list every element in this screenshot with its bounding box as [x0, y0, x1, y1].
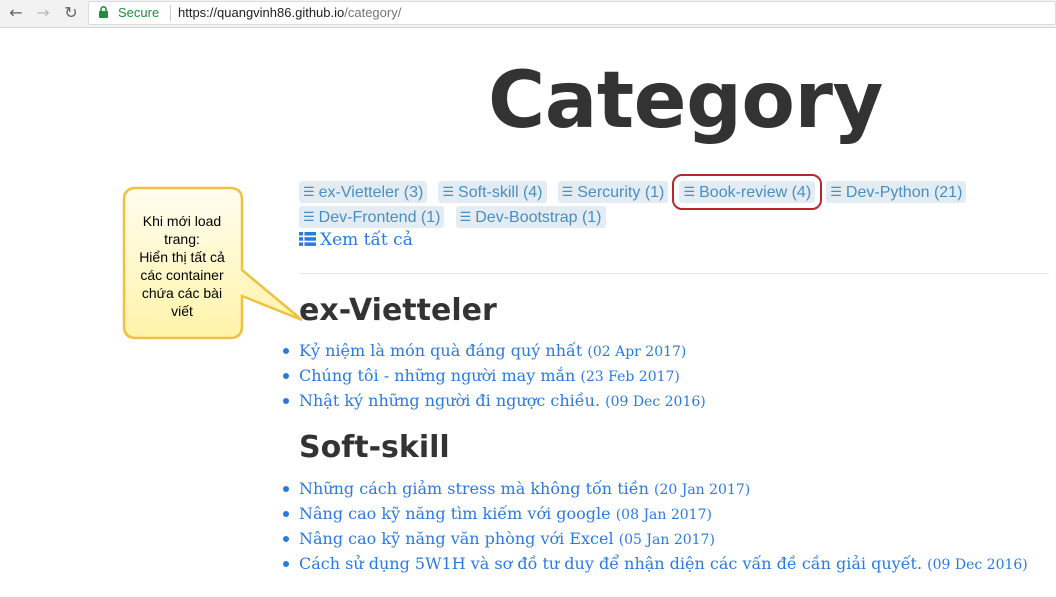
- tag-dev-frontend[interactable]: ☰ Dev-Frontend (1): [299, 206, 445, 228]
- post-list-soft-skill: Những cách giảm stress mà không tốn tiền…: [281, 476, 1028, 576]
- browser-toolbar: ← → ↻ Secure https://quangvinh86.github.…: [0, 0, 1056, 28]
- address-bar[interactable]: Secure https://quangvinh86.github.io/cat…: [88, 1, 1056, 25]
- tag-dev-bootstrap[interactable]: ☰ Dev-Bootstrap (1): [455, 206, 606, 228]
- post-link[interactable]: Nhật ký những người đi ngược chiều. (09 …: [281, 388, 706, 413]
- bars-icon: ☰: [459, 209, 472, 224]
- callout-text: Khi mới load trang: Hiển thị tất cả các …: [139, 213, 225, 319]
- tag-sercurity[interactable]: ☰ Sercurity (1): [557, 181, 669, 203]
- post-list-ex-vietteler: Kỷ niệm là món quà đáng quý nhất (02 Apr…: [281, 338, 706, 413]
- tag-book-review[interactable]: ☰ Book-review (4): [672, 174, 823, 210]
- bars-icon: ☰: [683, 184, 696, 199]
- back-arrow-icon[interactable]: ←: [6, 3, 26, 23]
- post-link[interactable]: Nâng cao kỹ năng văn phòng với Excel (05…: [281, 526, 1028, 551]
- lock-icon: [99, 6, 108, 18]
- tag-ex-vietteler[interactable]: ☰ ex-Vietteler (3): [299, 181, 428, 203]
- post-link[interactable]: Cách sử dụng 5W1H và sơ đồ tư duy để nhậ…: [281, 551, 1028, 576]
- post-link[interactable]: Chúng tôi - những người may mắn (23 Feb …: [281, 363, 706, 388]
- tag-dev-python[interactable]: ☰ Dev-Python (21): [826, 181, 967, 203]
- tag-soft-skill[interactable]: ☰ Soft-skill (4): [438, 181, 547, 203]
- bars-icon: ☰: [561, 184, 574, 199]
- section-title-ex-vietteler: ex-Vietteler: [299, 293, 497, 328]
- divider: [299, 273, 1049, 274]
- url-text[interactable]: https://quangvinh86.github.io/category/: [178, 5, 401, 20]
- category-tags: ☰ ex-Vietteler (3) ☰ Soft-skill (4) ☰ Sercu…: [299, 174, 1039, 229]
- bars-icon: ☰: [830, 184, 842, 199]
- reload-icon[interactable]: ↻: [61, 3, 81, 23]
- bars-icon: ☰: [442, 184, 455, 199]
- page-title: Category: [488, 56, 883, 146]
- secure-label: Secure: [118, 5, 160, 20]
- post-link[interactable]: Kỷ niệm là món quà đáng quý nhất (02 Apr…: [281, 338, 706, 363]
- url-separator: [170, 5, 171, 21]
- post-link[interactable]: Những cách giảm stress mà không tốn tiền…: [281, 476, 1028, 501]
- post-link[interactable]: Nâng cao kỹ năng tìm kiếm với google (08…: [281, 501, 1028, 526]
- forward-arrow-icon[interactable]: →: [33, 3, 53, 23]
- section-title-soft-skill: Soft-skill: [299, 430, 450, 465]
